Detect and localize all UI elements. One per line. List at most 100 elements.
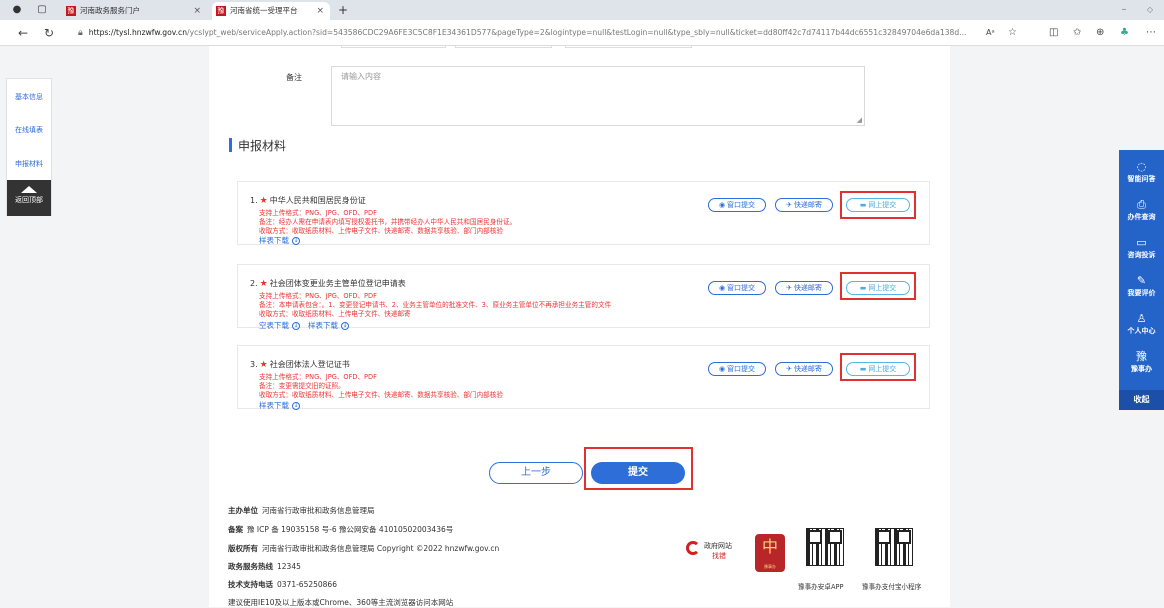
refresh-icon[interactable]: ↻ — [44, 25, 54, 41]
tab-actions-icon[interactable]: ▢ — [36, 4, 48, 16]
material-card: 2. ★ 社会团体变更业务主管单位登记申请表 支持上传格式：PNG、JPG、OFD、… — [237, 264, 930, 331]
extension-icon[interactable]: ♣ — [1120, 25, 1129, 41]
footer-row: 技术支持电话 0371-65250866 — [228, 580, 337, 589]
back-to-top-button[interactable]: 返回顶部 — [7, 180, 51, 216]
send-icon: ✈ — [786, 284, 792, 292]
material-formats: 支持上传格式：PNG、JPG、OFD、PDF — [259, 373, 377, 381]
gov-badge-icon — [686, 541, 700, 555]
sample-download-link[interactable]: 样表下载 — [308, 321, 338, 330]
previous-field-edge — [341, 46, 446, 48]
tab-title: 河南政务服务门户 — [80, 6, 140, 15]
window-icon: ◉ — [718, 284, 726, 292]
back-icon[interactable]: ← — [18, 25, 28, 41]
highlight-box — [840, 191, 916, 219]
right-service-sidebar: ◌ 智能问答 ⎙ 办件查询 ▭ 咨询投诉 ✎ 我要评价 ♙ 个人中心 豫豫事办 收起 — [1119, 150, 1164, 410]
nav-materials[interactable]: 申报材料 — [7, 158, 51, 170]
footer-row: 备案豫 ICP 备 19035158 号-6 豫公网安备 41010502003… — [228, 525, 454, 534]
material-links: 样表下载 ↓ — [259, 400, 308, 411]
required-star-icon: ★ — [259, 196, 268, 206]
edit-icon: ✎ — [1136, 274, 1147, 287]
consult-complaint-button[interactable]: ▭ 咨询投诉 — [1119, 236, 1164, 260]
more-icon[interactable]: ⋯ — [1146, 25, 1156, 41]
url-field[interactable]: 🔒︎ https://tysl.hnzwfw.gov.cn/ycslypt_web… — [78, 24, 1028, 42]
left-anchor-nav: 基本信息 在线填表 申报材料 返回顶部 — [6, 78, 52, 216]
case-query-button[interactable]: ⎙ 办件查询 — [1119, 198, 1164, 222]
tab-title: 河南省统一受理平台 — [230, 6, 298, 15]
required-star-icon: ★ — [259, 279, 268, 289]
material-note: 备注：经办人需在申请表内填写授权委托书，并携带经办人中华人民共和国居民身份证。 — [259, 218, 517, 226]
sample-download-link[interactable]: 样表下载 — [259, 236, 289, 245]
split-screen-icon[interactable]: ◫ — [1049, 25, 1058, 41]
message-icon: ▭ — [1136, 236, 1147, 249]
material-links: 样表下载 ↓ — [259, 235, 308, 246]
material-ways: 收取方式：收取纸质材料、上传电子文件、快递邮寄 — [259, 310, 411, 318]
remark-textarea[interactable]: 请输入内容 ◢ — [331, 66, 865, 126]
blank-form-download-link[interactable]: 空表下载 — [259, 321, 289, 330]
express-mail-button[interactable]: ✈ 快递邮寄 — [775, 281, 833, 295]
download-icon[interactable]: ↓ — [292, 322, 300, 330]
address-bar: ← ↻ 🔒︎ https://tysl.hnzwfw.gov.cn/ycslypt… — [0, 20, 1164, 46]
previous-field-edge — [455, 46, 552, 48]
download-icon[interactable]: ↓ — [292, 402, 300, 410]
profile-icon[interactable]: ● — [10, 4, 24, 16]
qr-caption: 豫事办支付宝小程序 — [862, 583, 922, 591]
new-tab-button[interactable]: + — [336, 4, 350, 16]
material-title: 2. ★ 社会团体变更业务主管单位登记申请表 — [250, 279, 406, 289]
previous-field-edge — [565, 46, 692, 48]
express-mail-button[interactable]: ✈ 快递邮寄 — [775, 362, 833, 376]
collections-icon[interactable]: ⊕ — [1096, 25, 1104, 41]
personal-center-button[interactable]: ♙ 个人中心 — [1119, 312, 1164, 336]
footer-row: 主办单位 河南省行政审批和政务信息管理局 — [228, 506, 375, 515]
favorites-icon[interactable]: ✩ — [1073, 25, 1081, 41]
close-tab-icon[interactable]: × — [193, 2, 201, 20]
material-formats: 支持上传格式：PNG、JPG、OFD、PDF — [259, 209, 377, 217]
send-icon: ✈ — [786, 365, 792, 373]
material-title: 3. ★ 社会团体法人登记证书 — [250, 360, 350, 370]
tab-platform[interactable]: 豫河南省统一受理平台 × — [212, 2, 330, 20]
party-emblem-logo[interactable]: 中豫事办 — [755, 534, 785, 572]
window-submit-button[interactable]: ◉ 窗口提交 — [708, 281, 766, 295]
yushiban-icon: 豫 — [1136, 350, 1147, 363]
previous-step-button[interactable]: 上一步 — [489, 462, 583, 484]
material-title: 1. ★ 中华人民共和国居民身份证 — [250, 196, 366, 206]
read-aloud-icon[interactable]: Aᵃ — [986, 25, 995, 41]
download-icon[interactable]: ↓ — [341, 322, 349, 330]
smart-qa-button[interactable]: ◌ 智能问答 — [1119, 160, 1164, 184]
material-links: 空表下载 ↓ 样表下载 ↓ — [259, 320, 357, 331]
tab-portal[interactable]: 豫河南政务服务门户 × — [62, 2, 207, 20]
nav-online-form[interactable]: 在线填表 — [7, 124, 51, 136]
express-mail-button[interactable]: ✈ 快递邮寄 — [775, 198, 833, 212]
collapse-sidebar-button[interactable]: 收起 — [1119, 390, 1164, 410]
material-ways: 收取方式：收取纸质材料、上传电子文件、快递邮寄、数据共享核验、部门内部核验 — [259, 391, 503, 399]
qr-caption: 豫事办安卓APP — [798, 583, 844, 591]
download-icon[interactable]: ↓ — [292, 237, 300, 245]
material-card: 3. ★ 社会团体法人登记证书 支持上传格式：PNG、JPG、OFD、PDF 备注：… — [237, 345, 930, 411]
window-icon: ◉ — [718, 365, 726, 373]
evaluate-button[interactable]: ✎ 我要评价 — [1119, 274, 1164, 298]
sample-download-link[interactable]: 样表下载 — [259, 401, 289, 410]
footer-row: 政务服务热线 12345 — [228, 562, 301, 571]
browser-tab-bar: ● ▢ 豫河南政务服务门户 × 豫河南省统一受理平台 × + – ◇ — [0, 0, 1164, 20]
close-tab-icon[interactable]: × — [316, 2, 324, 20]
yushiban-button[interactable]: 豫豫事办 — [1119, 350, 1164, 374]
footer-row: 建议使用IE10及以上版本或Chrome、360等主流浏览器访问本网站 — [228, 598, 454, 607]
favorite-star-icon[interactable]: ☆ — [1008, 25, 1017, 41]
up-arrow-icon — [21, 186, 37, 193]
alipay-miniapp-qr-code — [875, 528, 913, 566]
search-doc-icon: ⎙ — [1137, 198, 1146, 211]
minimize-icon[interactable]: – — [1118, 4, 1130, 16]
maximize-icon[interactable]: ◇ — [1144, 4, 1156, 16]
send-icon: ✈ — [786, 201, 792, 209]
section-marker — [229, 138, 232, 152]
window-submit-button[interactable]: ◉ 窗口提交 — [708, 198, 766, 212]
highlight-box — [840, 353, 916, 381]
window-submit-button[interactable]: ◉ 窗口提交 — [708, 362, 766, 376]
required-star-icon: ★ — [259, 360, 268, 370]
nav-basic-info[interactable]: 基本信息 — [7, 91, 51, 103]
highlight-box — [840, 272, 916, 300]
url-host: https://tysl.hnzwfw.gov.cn — [88, 28, 188, 37]
gov-site-error-report-badge[interactable]: 政府网站 找错 — [686, 537, 734, 563]
highlight-box — [584, 447, 693, 490]
resize-handle-icon[interactable]: ◢ — [857, 116, 862, 124]
lock-icon: 🔒︎ — [78, 28, 83, 38]
